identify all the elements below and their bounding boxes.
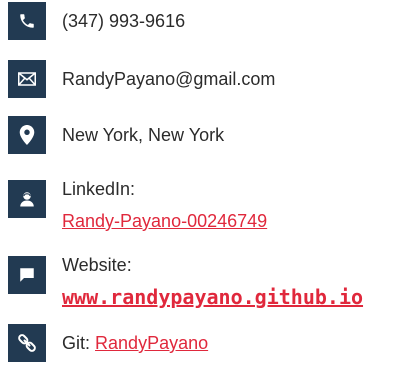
chat-bubble-icon (8, 256, 46, 294)
chain-link-icon (8, 324, 46, 362)
linkedin-link[interactable]: Randy-Payano-00246749 (62, 210, 267, 232)
git-row: Git: RandyPayano (62, 332, 208, 354)
git-label: Git: (62, 333, 91, 353)
map-pin-icon (8, 116, 46, 154)
phone-icon (8, 2, 46, 40)
git-link[interactable]: RandyPayano (95, 333, 208, 353)
website-link[interactable]: www.randypayano.github.io (62, 286, 363, 308)
location-text: New York, New York (62, 125, 225, 145)
email-address: RandyPayano@gmail.com (62, 69, 276, 89)
website-label: Website: (62, 255, 132, 275)
person-icon (8, 180, 46, 218)
phone-number: (347) 993-9616 (62, 11, 186, 31)
envelope-icon (8, 60, 46, 98)
linkedin-label: LinkedIn: (62, 179, 136, 199)
